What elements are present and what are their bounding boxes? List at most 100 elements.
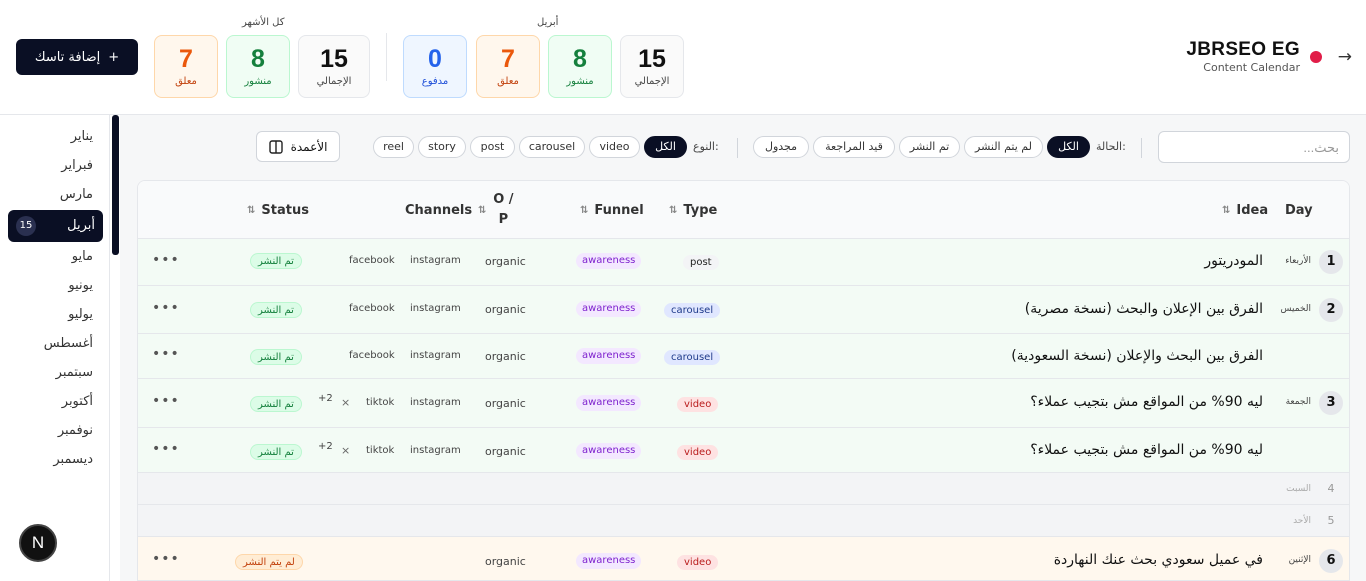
table-row[interactable]: 3 الجمعة ليه 90% من المواقع مش بتجيب عمل… — [138, 379, 1349, 428]
day-number: 3 — [1319, 391, 1343, 415]
sidebar-item-month[interactable]: يونيو — [68, 278, 93, 293]
more-channels-count[interactable]: +2 — [318, 393, 333, 404]
sidebar-scrollbar[interactable] — [112, 115, 119, 255]
stat-label: منشور — [566, 76, 594, 87]
column-header-day[interactable]: Day — [1285, 181, 1335, 239]
status-chip-review[interactable]: قيد المراجعة — [813, 136, 895, 158]
day-name: السبت — [1286, 484, 1311, 494]
table-row[interactable]: 1 الأربعاء المودريتور post awareness org… — [138, 239, 1349, 286]
status-chip-unpublished[interactable]: لم يتم النشر — [964, 136, 1043, 158]
close-icon[interactable]: × — [341, 444, 350, 457]
search-input[interactable] — [1158, 131, 1350, 163]
funnel-badge: awareness — [576, 443, 642, 459]
sidebar-item-month[interactable]: أغسطس — [44, 336, 93, 351]
column-header-status[interactable]: ⇅ Status — [247, 181, 317, 239]
stat-all-total: 15 الإجمالي — [298, 35, 370, 98]
close-icon[interactable]: × — [341, 396, 350, 409]
sort-icon: ⇅ — [478, 204, 487, 216]
column-header-channels[interactable]: Channels — [405, 181, 475, 239]
more-icon[interactable]: ••• — [152, 441, 180, 457]
type-chip-all[interactable]: الكل — [644, 136, 687, 158]
more-icon[interactable]: ••• — [152, 252, 180, 268]
header-label: Funnel — [594, 202, 644, 218]
type-chip-reel[interactable]: reel — [373, 136, 414, 158]
status-badge[interactable]: لم يتم النشر — [235, 554, 303, 570]
table-row-empty[interactable]: 4 السبت — [138, 473, 1349, 505]
sidebar-item-month[interactable]: مايو — [72, 249, 93, 264]
sidebar-item-month[interactable]: ديسمبر — [53, 452, 93, 467]
sidebar-item-month[interactable]: يناير — [71, 129, 93, 144]
day-number: 2 — [1319, 298, 1343, 322]
stat-label: مدفوع — [421, 76, 449, 87]
column-header-funnel[interactable]: ⇅ Funnel — [580, 181, 650, 239]
columns-button[interactable]: الأعمدة — [256, 131, 340, 162]
stat-label: منشور — [244, 76, 272, 87]
type-chip-carousel[interactable]: carousel — [519, 136, 585, 158]
sidebar-item-month[interactable]: يوليو — [68, 307, 93, 322]
stat-value: 15 — [320, 45, 348, 73]
day-number: 1 — [1319, 250, 1343, 274]
more-icon[interactable]: ••• — [152, 300, 180, 316]
status-chip-all[interactable]: الكل — [1047, 136, 1090, 158]
op-value: organic — [485, 255, 526, 268]
idea-text[interactable]: ليه 90% من المواقع مش بتجيب عملاء؟ — [1030, 394, 1263, 410]
table-row-empty[interactable]: 5 الأحد — [138, 505, 1349, 537]
type-badge: carousel — [664, 350, 721, 365]
idea-text[interactable]: الفرق بين البحث والإعلان (نسخة السعودية) — [1011, 348, 1263, 364]
more-icon[interactable]: ••• — [152, 346, 180, 362]
sidebar-item-active-month[interactable]: أبريل 15 — [8, 210, 103, 242]
status-badge[interactable]: تم النشر — [250, 396, 302, 412]
sidebar-item-month[interactable]: نوفمبر — [58, 423, 93, 438]
columns-icon — [268, 139, 283, 154]
funnel-badge: awareness — [576, 553, 642, 569]
day-name: الأربعاء — [1285, 256, 1311, 266]
funnel-badge: awareness — [576, 301, 642, 317]
type-chip-video[interactable]: video — [589, 136, 640, 158]
sidebar-item-month[interactable]: فبراير — [61, 158, 93, 173]
add-task-button[interactable]: إضافة تاسك + — [16, 39, 138, 75]
status-badge[interactable]: تم النشر — [250, 253, 302, 269]
sidebar-item-month[interactable]: مارس — [60, 187, 93, 202]
idea-text[interactable]: الفرق بين الإعلان والبحث (نسخة مصرية) — [1025, 301, 1263, 317]
table-row[interactable]: ليه 90% من المواقع مش بتجيب عملاء؟ video… — [138, 428, 1349, 473]
app-logo-icon[interactable]: N — [19, 524, 57, 562]
more-channels-count[interactable]: +2 — [318, 441, 333, 452]
idea-text[interactable]: ليه 90% من المواقع مش بتجيب عملاء؟ — [1030, 442, 1263, 458]
type-filter-label: النوع: — [693, 140, 719, 153]
sort-icon: ⇅ — [669, 204, 678, 216]
divider — [386, 33, 387, 81]
column-header-op[interactable]: ⇅ O / P — [478, 181, 528, 239]
type-badge: video — [677, 555, 719, 570]
type-chip-story[interactable]: story — [418, 136, 466, 158]
op-value: organic — [485, 445, 526, 458]
day-number: 5 — [1327, 514, 1335, 527]
status-chip-scheduled[interactable]: مجدول — [753, 136, 809, 158]
table-row[interactable]: 2 الخميس الفرق بين الإعلان والبحث (نسخة … — [138, 286, 1349, 334]
sort-icon: ⇅ — [1222, 204, 1231, 216]
status-badge[interactable]: تم النشر — [250, 349, 302, 365]
status-chip-published[interactable]: تم النشر — [899, 136, 960, 158]
table-row[interactable]: الفرق بين البحث والإعلان (نسخة السعودية)… — [138, 334, 1349, 379]
channel-tag: instagram — [410, 255, 461, 266]
more-icon[interactable]: ••• — [152, 393, 180, 409]
sidebar-item-month[interactable]: سبتمبر — [56, 365, 93, 380]
type-chip-post[interactable]: post — [470, 136, 515, 158]
more-icon[interactable]: ••• — [152, 551, 180, 567]
stat-month-published: 8 منشور — [548, 35, 612, 98]
arrow-right-icon[interactable]: → — [1338, 47, 1352, 67]
day-name: الأحد — [1293, 516, 1311, 526]
idea-text[interactable]: المودريتور — [1204, 253, 1263, 269]
type-badge: video — [677, 397, 719, 412]
status-badge[interactable]: تم النشر — [250, 444, 302, 460]
column-header-idea[interactable]: ⇅ Idea — [1222, 181, 1272, 239]
column-header-type[interactable]: ⇅ Type — [669, 181, 729, 239]
stat-label: معلق — [175, 76, 197, 87]
idea-text[interactable]: في عميل سعودي بحث عنك النهاردة — [1054, 552, 1263, 568]
table-row[interactable]: 6 الإثنين في عميل سعودي بحث عنك النهاردة… — [138, 537, 1349, 580]
status-badge[interactable]: تم النشر — [250, 302, 302, 318]
sidebar-item-month[interactable]: أكتوبر — [62, 394, 93, 409]
header-label: Channels — [405, 202, 473, 218]
channel-tag: tiktok — [366, 445, 395, 456]
header-label: O / P — [493, 192, 514, 227]
channel-tag: facebook — [349, 255, 395, 266]
